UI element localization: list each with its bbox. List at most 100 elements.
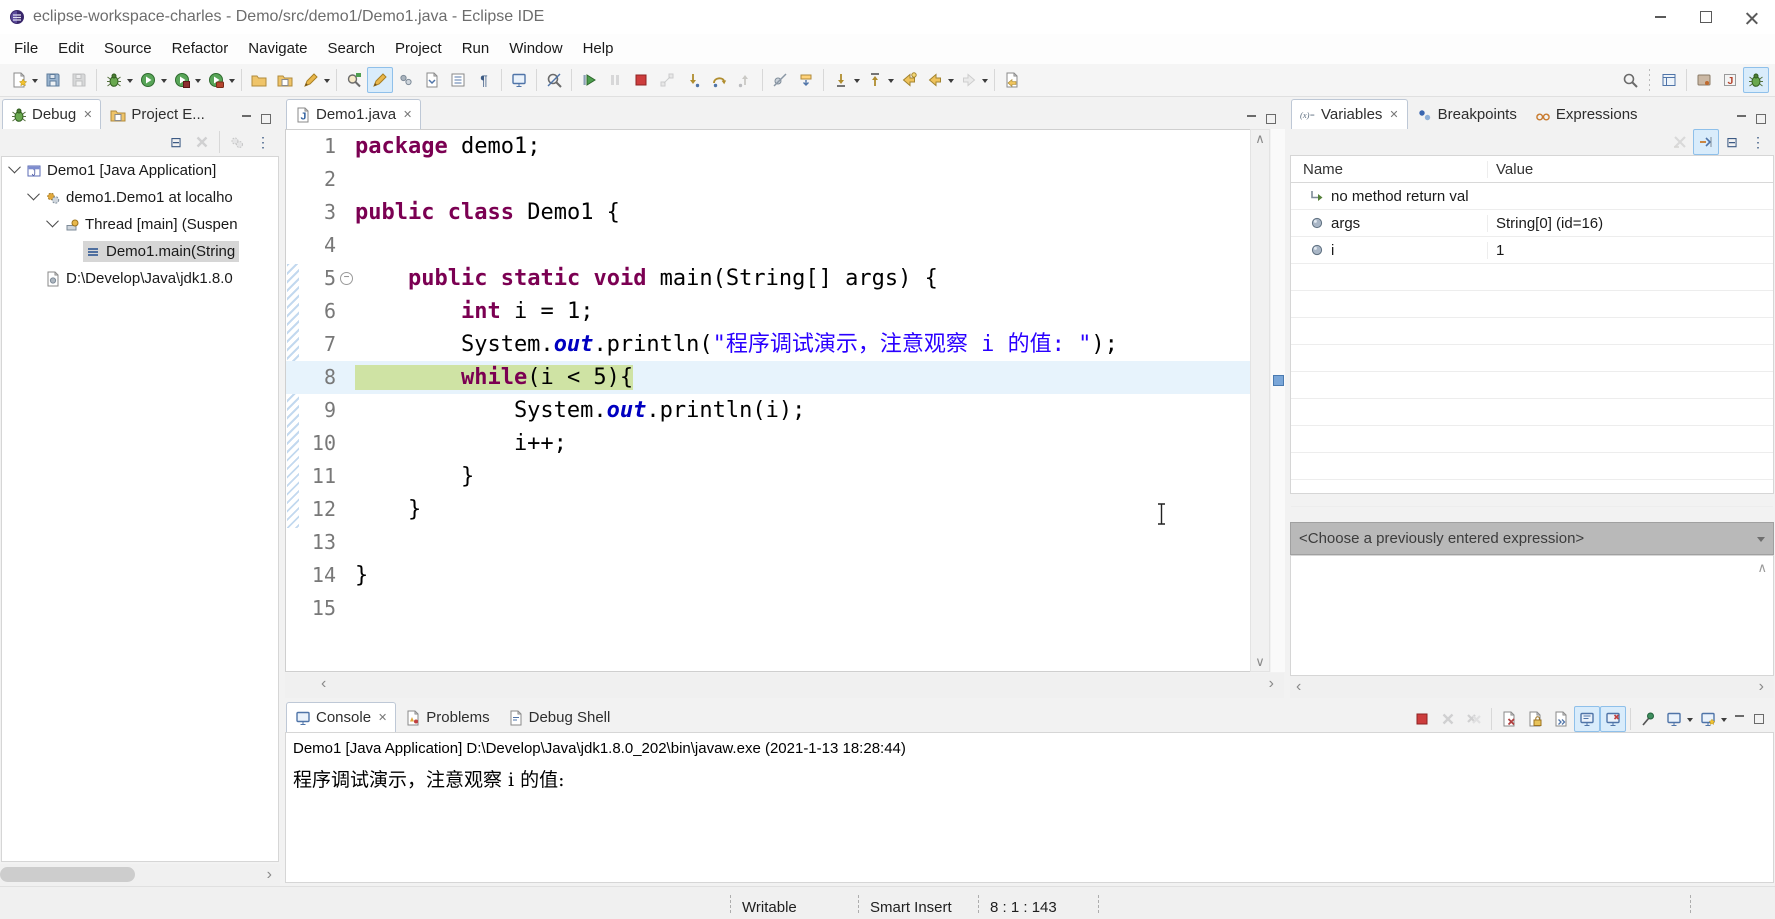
code-line[interactable]: 10 i++; [286,427,1251,460]
adown-button[interactable] [828,67,854,93]
pagearr-button[interactable] [419,67,445,93]
menu-source[interactable]: Source [94,34,162,64]
code-line[interactable]: 15 [286,592,1251,625]
g:menu_dots-button[interactable]: ⋮ [1745,129,1771,155]
editor-horizontal-scrollbar[interactable]: ‹ › [285,673,1284,698]
monitor-button[interactable] [1661,706,1687,732]
variables-empty-row[interactable] [1291,426,1773,453]
maximize-view-button[interactable] [1751,109,1771,129]
lockpage-button[interactable] [1522,706,1548,732]
dots-button[interactable] [393,67,419,93]
twistie-expanded-icon[interactable] [27,187,40,201]
expression-dropdown[interactable]: <Choose a previously entered expression> [1290,522,1774,555]
debug-horizontal-scrollbar[interactable]: › [0,864,280,886]
ext-button[interactable] [203,67,229,93]
logical-button[interactable] [1693,129,1719,155]
scroll-down-icon[interactable]: ∨ [1251,654,1269,670]
code-line[interactable]: 4 [286,229,1251,262]
mon2-button[interactable] [1600,706,1626,732]
pin-button[interactable] [1635,706,1661,732]
sover-button[interactable] [706,67,732,93]
minimize-editor-button[interactable] [1241,109,1261,129]
menu-edit[interactable]: Edit [48,34,94,64]
skipx-button[interactable] [1667,129,1693,155]
scroll-right-icon[interactable]: › [1759,678,1764,696]
code-line[interactable]: 5− public static void main(String[] args… [286,262,1251,295]
console-output-area[interactable]: Demo1 [Java Application] D:\Develop\Java… [285,732,1774,883]
menu-file[interactable]: File [4,34,48,64]
lastedit-button[interactable] [999,67,1025,93]
xx-button[interactable] [1461,706,1487,732]
menu-refactor[interactable]: Refactor [162,34,239,64]
clear-button[interactable] [1496,706,1522,732]
jee-button[interactable] [1691,67,1717,93]
folder-button[interactable] [246,67,272,93]
dropdown-caret-icon[interactable] [854,79,860,86]
newcons-button[interactable] [1695,706,1721,732]
close-icon[interactable]: ✕ [83,108,92,121]
fold-collapse-icon[interactable]: − [340,272,353,285]
save-button[interactable] [66,67,92,93]
current-line-marker[interactable] [1273,375,1284,386]
menu-window[interactable]: Window [499,34,572,64]
code-line[interactable]: 11 } [286,460,1251,493]
stop-button[interactable] [628,67,654,93]
dropdown-caret-icon[interactable] [948,79,954,86]
run-button[interactable] [135,67,161,93]
debug-tree-item[interactable]: demo1.Demo1 at localho [2,184,278,211]
g:collapse-button[interactable]: ⊟ [1719,129,1745,155]
dropdown-caret-icon[interactable] [324,79,330,86]
javap-button[interactable] [1717,67,1743,93]
mag-button[interactable] [1617,67,1643,93]
scroll-up-icon[interactable]: ∧ [1757,560,1767,576]
dropdown-caret-icon[interactable] [229,79,235,86]
scroll-right-icon[interactable]: › [267,864,272,886]
tab-variables[interactable]: Variables ✕ [1291,99,1408,129]
scroll-up-icon[interactable]: ∧ [1251,131,1269,147]
g:menu_dots-button[interactable]: ⋮ [250,129,276,155]
variables-empty-row[interactable] [1291,453,1773,480]
close-icon[interactable]: ✕ [1389,108,1398,121]
code-line[interactable]: 9 System.out.println(i); [286,394,1251,427]
variables-empty-row[interactable] [1291,399,1773,426]
editor-vertical-scrollbar[interactable]: ∧ ∨ [1250,129,1270,672]
code-line[interactable]: 14} [286,559,1251,592]
variables-row[interactable]: args String[0] (id=16) [1291,210,1773,237]
tab-demo1-java[interactable]: Demo1.java ✕ [286,99,422,129]
tab-console[interactable]: Console ✕ [286,702,397,732]
bug-button[interactable] [101,67,127,93]
variables-empty-row[interactable] [1291,291,1773,318]
debug-tree-item[interactable]: Demo1.main(String [2,238,278,265]
twistie-expanded-icon[interactable] [46,214,59,228]
magslash-button[interactable] [541,67,567,93]
scroll-right-icon[interactable]: › [1269,675,1274,693]
code-line[interactable]: 3 public class Demo1 { [286,196,1251,229]
g:para-button[interactable]: ¶ [471,67,497,93]
overview-ruler[interactable] [1271,129,1285,672]
variables-row[interactable]: i1 [1291,237,1773,264]
fwd-button[interactable] [956,67,982,93]
pen-button[interactable] [298,67,324,93]
code-line[interactable]: 8 while(i < 5){ [286,361,1251,394]
code-line[interactable]: 13 [286,526,1251,559]
tab-expressions[interactable]: Expressions [1526,99,1647,129]
chevron-down-icon[interactable] [1757,536,1765,546]
gears-button[interactable] [224,129,250,155]
window-maximize-button[interactable] [1683,0,1729,34]
cov-button[interactable] [169,67,195,93]
scroll-left-icon[interactable]: ‹ [321,675,326,693]
aup-button[interactable] [862,67,888,93]
code-line[interactable]: 12 } [286,493,1251,526]
backstar-button[interactable] [896,67,922,93]
skip-button[interactable] [767,67,793,93]
flagmag-button[interactable] [341,67,367,93]
variables-horizontal-scrollbar[interactable]: ‹ › [1290,676,1774,698]
close-icon[interactable]: ✕ [403,108,412,121]
dframe-button[interactable] [793,67,819,93]
variables-empty-row[interactable] [1291,264,1773,291]
folderP-button[interactable] [272,67,298,93]
monitor-button[interactable] [506,67,532,93]
variables-empty-row[interactable] [1291,480,1773,507]
tab-problems[interactable]: Problems [396,702,498,732]
dropdown-caret-icon[interactable] [161,79,167,86]
